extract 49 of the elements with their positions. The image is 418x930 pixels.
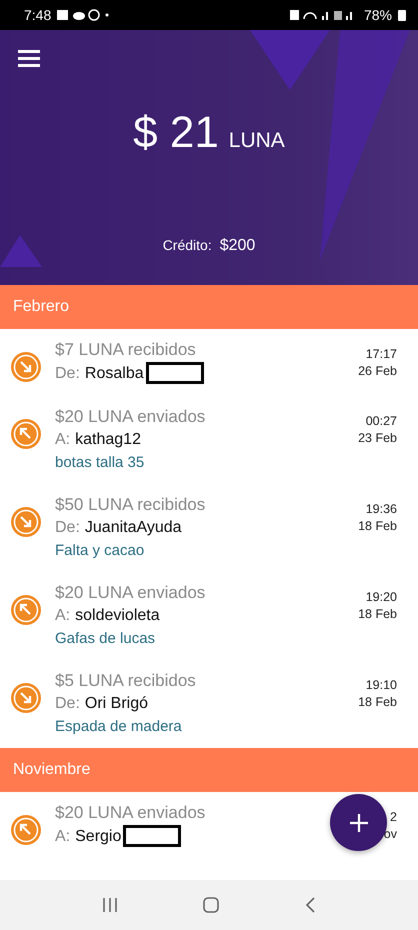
party-name: soldevioleta bbox=[75, 606, 160, 626]
transaction-time: 19:10 bbox=[366, 678, 397, 692]
party-prefix: De: bbox=[55, 694, 80, 714]
month-header: Noviembre bbox=[0, 748, 418, 792]
transaction-date: 18 Feb bbox=[358, 519, 397, 533]
transaction-date: 18 Feb bbox=[358, 607, 397, 621]
transaction-note: Gafas de lucas bbox=[55, 629, 156, 649]
recent-apps-icon[interactable] bbox=[102, 897, 118, 913]
plus-icon bbox=[350, 814, 368, 832]
party-prefix: De: bbox=[55, 364, 80, 384]
transaction-date: 23 Feb bbox=[358, 431, 397, 445]
party-name: JuanitaAyuda bbox=[84, 518, 182, 538]
credit-value: $200 bbox=[220, 237, 256, 255]
transaction-date: 26 Feb bbox=[358, 364, 397, 378]
transaction-title: $20 LUNA enviados bbox=[55, 406, 206, 427]
party-name: kathag12 bbox=[75, 430, 141, 450]
transaction-title: $20 LUNA enviados bbox=[55, 582, 206, 603]
home-icon[interactable] bbox=[202, 897, 219, 913]
transaction-time: 2 bbox=[390, 810, 397, 824]
notification-icons bbox=[57, 9, 110, 21]
month-header: Febrero bbox=[0, 285, 418, 329]
party-prefix: A: bbox=[55, 606, 70, 626]
transaction-time: 00:27 bbox=[366, 414, 397, 428]
balance-amount: $ 21 bbox=[133, 108, 219, 158]
transaction-note: botas talla 35 bbox=[55, 453, 146, 473]
transaction-date: 18 Feb bbox=[358, 695, 397, 709]
transaction-title: $50 LUNA recibidos bbox=[55, 494, 206, 515]
party-prefix: De: bbox=[55, 518, 80, 538]
balance-unit: LUNA bbox=[228, 129, 285, 153]
status-time: 7:48 bbox=[24, 7, 52, 23]
transaction-time: 19:36 bbox=[366, 502, 397, 516]
transaction-note: Falta y cacao bbox=[55, 541, 146, 561]
battery-icon bbox=[398, 9, 406, 21]
transaction-time: 19:20 bbox=[366, 590, 397, 604]
party-prefix: A: bbox=[55, 430, 70, 450]
transaction-note: Espada de madera bbox=[55, 717, 183, 737]
party-prefix: A: bbox=[55, 826, 70, 846]
transaction-date: ov bbox=[384, 827, 397, 841]
party-name: Ori Brigó bbox=[84, 694, 148, 714]
menu-icon[interactable] bbox=[18, 50, 40, 68]
transaction-time: 17:17 bbox=[366, 347, 397, 361]
battery-level: 78% bbox=[364, 7, 392, 23]
transaction-title: $20 LUNA enviados bbox=[55, 802, 206, 823]
back-icon[interactable] bbox=[304, 897, 316, 913]
party-name: Rosalba bbox=[84, 364, 144, 384]
transaction-title: $7 LUNA recibidos bbox=[55, 339, 197, 360]
transaction-title: $5 LUNA recibidos bbox=[55, 670, 197, 691]
party-name: Sergio bbox=[75, 826, 122, 846]
credit-label: Crédito: bbox=[162, 237, 212, 255]
